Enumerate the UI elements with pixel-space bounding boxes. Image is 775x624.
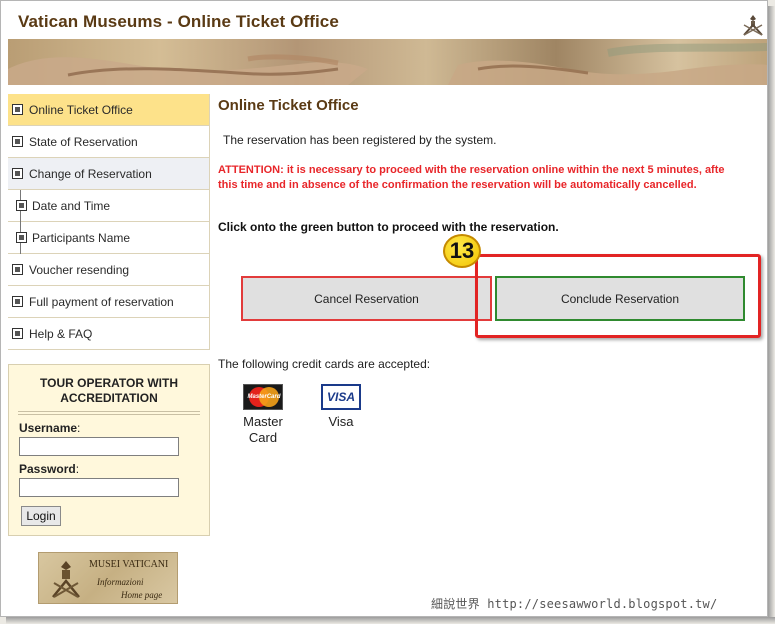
sidebar-item-state-of-reservation[interactable]: State of Reservation [8, 126, 210, 158]
mastercard-label: Master Card [243, 414, 283, 445]
sidebar-item-label: Online Ticket Office [29, 102, 133, 117]
sidebar-item-participants-name[interactable]: Participants Name [8, 221, 210, 254]
cancel-reservation-button[interactable]: Cancel Reservation [241, 276, 492, 321]
bullet-box-icon [12, 328, 23, 339]
bullet-box-icon [12, 168, 23, 179]
site-title: Vatican Museums - Online Ticket Office [18, 12, 339, 31]
screenshot-shadow-bottom [6, 617, 775, 624]
label-colon: : [77, 421, 81, 435]
divider [18, 411, 200, 415]
sidebar-item-label: Participants Name [32, 230, 131, 245]
blog-watermark: 細說世界 http://seesawworld.blogspot.tw/ [431, 597, 718, 611]
attention-line-1: ATTENTION: it is necessary to proceed wi… [218, 164, 725, 176]
password-label-text: Password [19, 462, 76, 476]
label-colon: : [75, 462, 80, 476]
bullet-box-icon [16, 232, 27, 243]
bullet-box-icon [12, 104, 23, 115]
confirmation-message: The reservation has been registered by t… [223, 133, 497, 147]
sidebar-item-label: Voucher resending [29, 262, 130, 277]
password-label: Password: [19, 462, 209, 476]
login-button[interactable]: Login [21, 506, 61, 526]
sidebar-item-change-of-reservation[interactable]: Change of Reservation [8, 158, 210, 190]
sidebar-item-full-payment[interactable]: Full payment of reservation [8, 286, 210, 318]
sidebar-nav: Online Ticket Office State of Reservatio… [8, 94, 210, 350]
username-input[interactable] [19, 437, 179, 456]
step-highlight-box [475, 254, 761, 338]
page-title: Online Ticket Office [218, 97, 359, 114]
attention-line-2: this time and in absence of the confirma… [218, 179, 697, 191]
visa-label: Visa [328, 414, 354, 429]
password-input[interactable] [19, 478, 179, 497]
step-number-badge: 13 [443, 234, 481, 268]
sidebar-item-label: Change of Reservation [29, 166, 152, 181]
papal-keys-icon [52, 561, 80, 598]
bullet-box-icon [12, 136, 23, 147]
bullet-box-icon [12, 264, 23, 275]
sidebar-item-label: Date and Time [32, 198, 111, 213]
username-label-text: Username [19, 421, 78, 435]
bullet-box-icon [12, 296, 23, 307]
sidebar-item-label: Help & FAQ [29, 326, 93, 341]
musei-logo-line1: Informazioni [97, 577, 144, 587]
tour-operator-login-panel: TOUR OPERATOR WITH ACCREDITATION Usernam… [8, 364, 210, 536]
sidebar-item-label: State of Reservation [29, 134, 138, 149]
sidebar-item-online-ticket-office[interactable]: Online Ticket Office [8, 94, 210, 126]
instruction-text: Click onto the green button to proceed w… [218, 220, 559, 234]
mastercard-logo-icon: MasterCard [243, 384, 283, 410]
musei-logo-name: MUSEI VATICANI [89, 559, 169, 570]
username-label: Username: [19, 421, 209, 435]
visa-logo-icon: VISA [321, 384, 361, 410]
attention-warning: ATTENTION: it is necessary to proceed wi… [218, 163, 766, 193]
sidebar-item-help-faq[interactable]: Help & FAQ [8, 318, 210, 350]
sidebar-item-date-and-time[interactable]: Date and Time [8, 189, 210, 222]
bullet-box-icon [16, 200, 27, 211]
sidebar-item-voucher-resending[interactable]: Voucher resending [8, 254, 210, 286]
mastercard-logo-text: MasterCard [247, 394, 281, 400]
credit-cards-text: The following credit cards are accepted: [218, 357, 431, 371]
papal-crest-icon [743, 15, 763, 36]
sidebar-item-label: Full payment of reservation [29, 294, 174, 309]
browser-page: Vatican Museums - Online Ticket Office O… [0, 0, 768, 617]
musei-logo-line2: Home page [121, 590, 163, 600]
header-banner-creation-of-adam [8, 39, 767, 85]
musei-vaticani-home-link[interactable]: MUSEI VATICANI Informazioni Home page [38, 552, 178, 604]
login-panel-title: TOUR OPERATOR WITH ACCREDITATION [40, 376, 178, 405]
screenshot-shadow-right [768, 6, 775, 624]
